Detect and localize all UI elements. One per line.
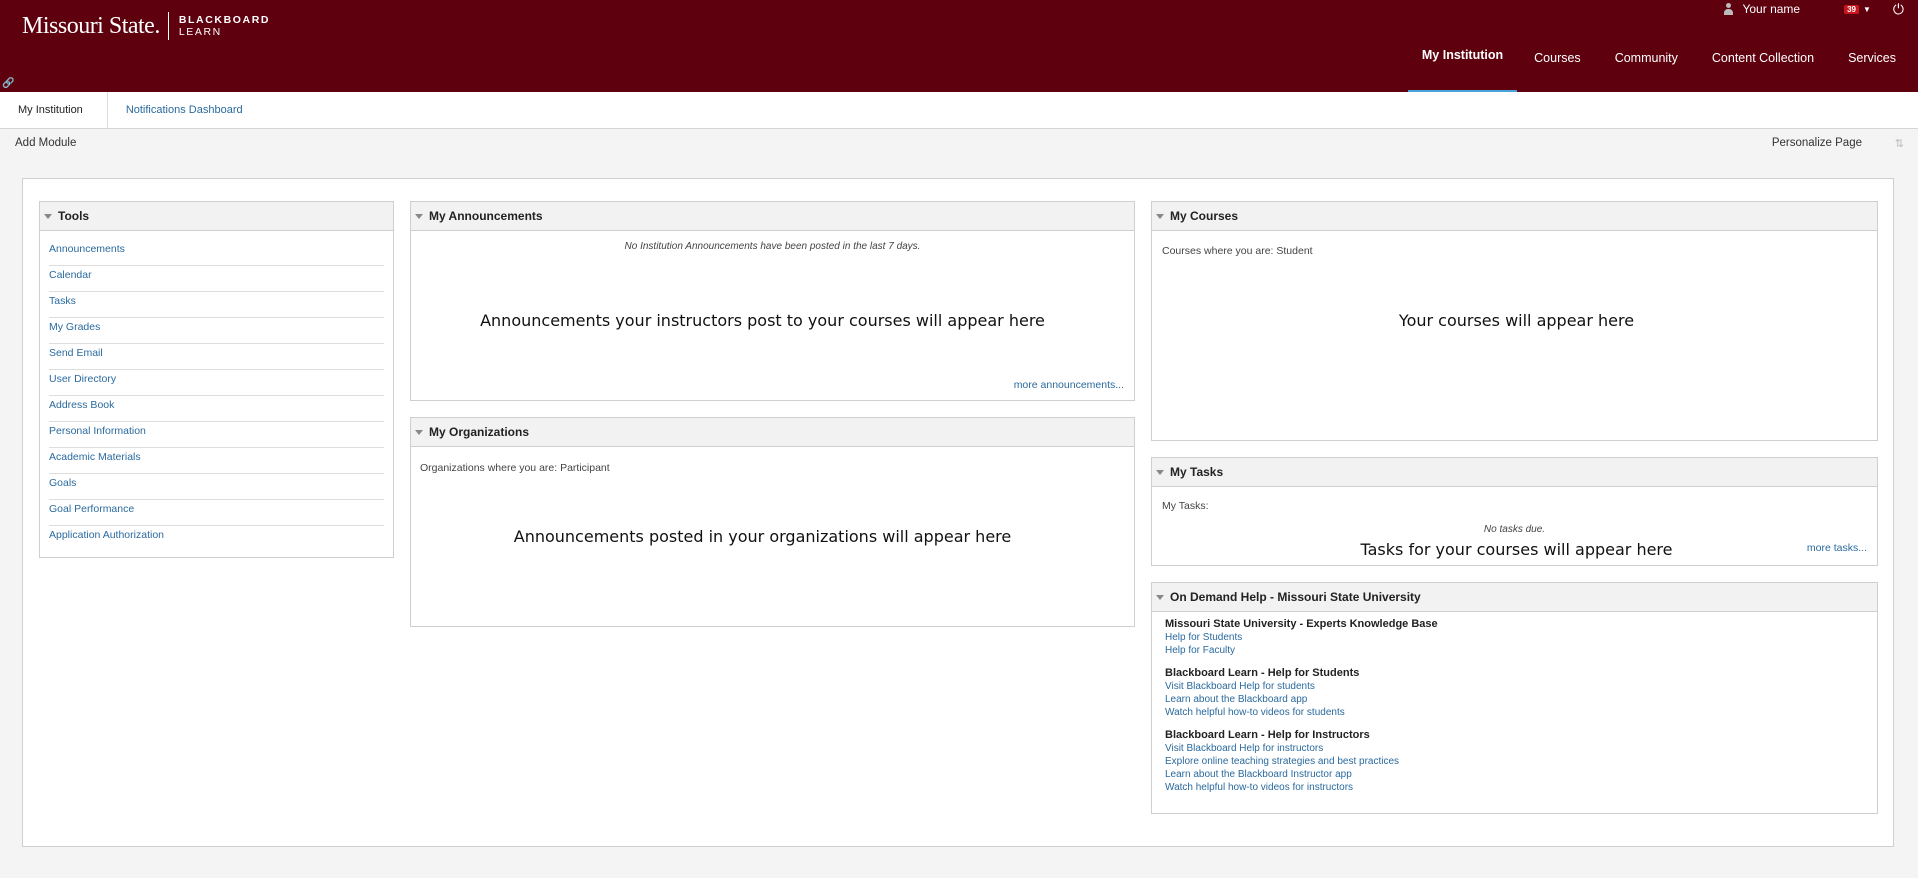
help-link-instructor-app[interactable]: Learn about the Blackboard Instructor ap… xyxy=(1165,768,1877,781)
help-group-title: Blackboard Learn - Help for Instructors xyxy=(1165,729,1370,741)
organizations-module: My Organizations Organizations where you… xyxy=(410,417,1135,627)
top-header: Missouri State. BLACKBOARD LEARN 🔗 Your … xyxy=(0,0,1918,92)
nav-tab-my-institution[interactable]: My Institution xyxy=(1407,43,1518,92)
module-body: My Tasks: No tasks due. Tasks for your c… xyxy=(1152,487,1877,566)
tool-link-announcements[interactable]: Announcements xyxy=(49,240,384,266)
help-link-videos-students[interactable]: Watch helpful how-to videos for students xyxy=(1165,706,1877,719)
announcements-placeholder: Announcements your instructors post to y… xyxy=(480,311,1045,330)
module-header[interactable]: My Organizations xyxy=(411,418,1134,447)
nav-tab-services[interactable]: Services xyxy=(1831,43,1918,92)
module-title: My Tasks xyxy=(1170,465,1224,479)
courses-role-text: Courses where you are: Student xyxy=(1162,245,1313,257)
module-body: Courses where you are: Student Your cour… xyxy=(1152,231,1877,441)
help-link-students[interactable]: Help for Students xyxy=(1165,631,1877,644)
module-title: On Demand Help - Missouri State Universi… xyxy=(1170,590,1421,604)
module-header[interactable]: Tools xyxy=(40,202,393,231)
collapse-triangle-icon[interactable] xyxy=(1156,594,1164,600)
logo-product-top: BLACKBOARD xyxy=(178,14,271,26)
module-body: Announcements Calendar Tasks My Grades S… xyxy=(40,231,393,552)
help-group-instructors: Blackboard Learn - Help for Instructors … xyxy=(1165,728,1877,794)
announcements-module: My Announcements No Institution Announce… xyxy=(410,201,1135,401)
blackboard-learn-logo: BLACKBOARD LEARN xyxy=(179,14,270,38)
collapse-triangle-icon[interactable] xyxy=(1156,469,1164,475)
nav-tab-content-collection[interactable]: Content Collection xyxy=(1695,43,1831,92)
tasks-placeholder: Tasks for your courses will appear here xyxy=(1360,540,1673,559)
help-link-bb-help-instructors[interactable]: Visit Blackboard Help for instructors xyxy=(1165,742,1877,755)
organizations-placeholder: Announcements posted in your organizatio… xyxy=(513,527,1012,546)
help-link-videos-instructors[interactable]: Watch helpful how-to videos for instruct… xyxy=(1165,781,1877,794)
user-nav: Your name 39 ▼ ⏻ xyxy=(1723,0,1904,18)
action-bar: Add Module Personalize Page ⇅ xyxy=(0,129,1918,164)
nav-tab-courses[interactable]: Courses xyxy=(1517,43,1598,92)
help-group-title: Blackboard Learn - Help for Students xyxy=(1165,667,1360,679)
courses-module: My Courses Courses where you are: Studen… xyxy=(1151,201,1878,441)
no-announcements-note: No Institution Announcements have been p… xyxy=(624,241,921,252)
link-icon[interactable]: 🔗 xyxy=(2,78,14,89)
help-group-students: Blackboard Learn - Help for Students Vis… xyxy=(1165,666,1877,719)
reorder-icon[interactable]: ⇅ xyxy=(1895,137,1904,150)
university-wordmark: Missouri State. xyxy=(22,12,160,39)
tool-link-goal-performance[interactable]: Goal Performance xyxy=(49,500,384,526)
tool-link-tasks[interactable]: Tasks xyxy=(49,292,384,318)
logout-power-icon[interactable]: ⏻ xyxy=(1893,1,1904,18)
help-group-title: Missouri State University - Experts Know… xyxy=(1165,618,1438,630)
module-title: My Courses xyxy=(1170,209,1239,223)
collapse-triangle-icon[interactable] xyxy=(415,213,423,219)
tool-link-send-email[interactable]: Send Email xyxy=(49,344,384,370)
tools-module: Tools Announcements Calendar Tasks My Gr… xyxy=(39,201,394,558)
tool-link-academic-materials[interactable]: Academic Materials xyxy=(49,448,384,474)
tool-link-calendar[interactable]: Calendar xyxy=(49,266,384,292)
tasks-module: My Tasks My Tasks: No tasks due. Tasks f… xyxy=(1151,457,1878,566)
collapse-triangle-icon[interactable] xyxy=(1156,213,1164,219)
help-link-faculty[interactable]: Help for Faculty xyxy=(1165,644,1877,657)
module-title: My Organizations xyxy=(429,425,530,439)
add-module-button[interactable]: Add Module xyxy=(15,137,76,149)
tasks-label: My Tasks: xyxy=(1162,500,1209,512)
help-group-knowledge-base: Missouri State University - Experts Know… xyxy=(1165,617,1877,657)
tool-link-personal-information[interactable]: Personal Information xyxy=(49,422,384,448)
tool-link-my-grades[interactable]: My Grades xyxy=(49,318,384,344)
main-nav: My Institution Courses Community Content… xyxy=(1407,43,1918,92)
tool-link-goals[interactable]: Goals xyxy=(49,474,384,500)
tool-link-application-authorization[interactable]: Application Authorization xyxy=(49,526,384,552)
help-link-bb-app[interactable]: Learn about the Blackboard app xyxy=(1165,693,1877,706)
more-announcements-link[interactable]: more announcements... xyxy=(1014,379,1124,391)
caret-down-icon[interactable]: ▼ xyxy=(1863,5,1871,14)
brand-logo[interactable]: Missouri State. BLACKBOARD LEARN xyxy=(22,12,270,40)
user-avatar-icon xyxy=(1723,3,1734,15)
help-link-bb-help-students[interactable]: Visit Blackboard Help for students xyxy=(1165,680,1877,693)
module-title: My Announcements xyxy=(429,209,543,223)
no-tasks-note: No tasks due. xyxy=(1483,524,1546,535)
more-tasks-link[interactable]: more tasks... xyxy=(1807,542,1867,554)
module-body: Missouri State University - Experts Know… xyxy=(1152,612,1877,794)
notification-badge[interactable]: 39 xyxy=(1844,4,1859,14)
module-body: Organizations where you are: Participant… xyxy=(411,447,1134,627)
portal-layout: Tools Announcements Calendar Tasks My Gr… xyxy=(22,178,1894,847)
module-body: No Institution Announcements have been p… xyxy=(411,231,1134,401)
module-title: Tools xyxy=(58,209,90,223)
module-header[interactable]: My Courses xyxy=(1152,202,1877,231)
collapse-triangle-icon[interactable] xyxy=(44,213,52,219)
tool-link-user-directory[interactable]: User Directory xyxy=(49,370,384,396)
module-header[interactable]: My Announcements xyxy=(411,202,1134,231)
user-name-link[interactable]: Your name xyxy=(1742,2,1800,16)
subtab-notifications-dashboard[interactable]: Notifications Dashboard xyxy=(108,92,261,128)
module-header[interactable]: My Tasks xyxy=(1152,458,1877,487)
logo-product-bottom: LEARN xyxy=(178,26,222,38)
collapse-triangle-icon[interactable] xyxy=(415,429,423,435)
help-link-teaching-strategies[interactable]: Explore online teaching strategies and b… xyxy=(1165,755,1877,768)
tools-list: Announcements Calendar Tasks My Grades S… xyxy=(40,231,393,552)
help-module: On Demand Help - Missouri State Universi… xyxy=(1151,582,1878,814)
module-header[interactable]: On Demand Help - Missouri State Universi… xyxy=(1152,583,1877,612)
sub-tabs: My Institution Notifications Dashboard xyxy=(0,92,1918,129)
subtab-my-institution[interactable]: My Institution xyxy=(0,92,108,128)
personalize-page-button[interactable]: Personalize Page xyxy=(1772,137,1862,149)
organizations-role-text: Organizations where you are: Participant xyxy=(420,462,610,474)
logo-divider xyxy=(167,12,169,40)
courses-placeholder: Your courses will appear here xyxy=(1398,311,1635,330)
nav-tab-community[interactable]: Community xyxy=(1598,43,1695,92)
tool-link-address-book[interactable]: Address Book xyxy=(49,396,384,422)
